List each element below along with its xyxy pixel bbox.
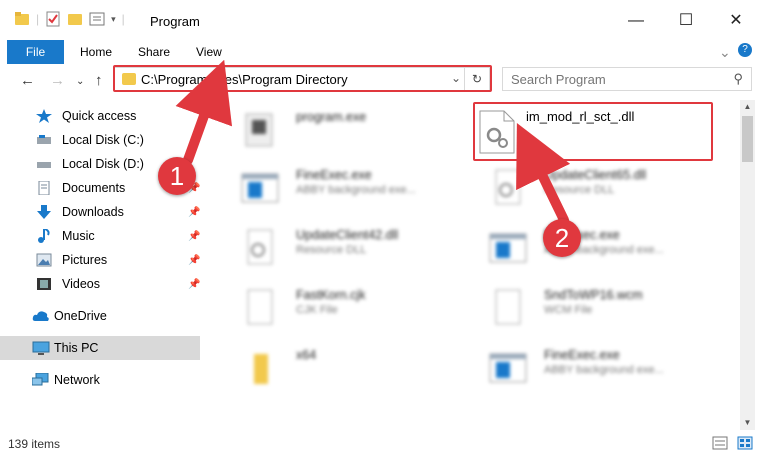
callout-1: 1 [158,157,196,195]
arrow-1 [175,59,233,165]
arrow-2 [516,123,571,225]
callout-2: 2 [543,219,581,257]
annotation-arrows [175,59,571,225]
